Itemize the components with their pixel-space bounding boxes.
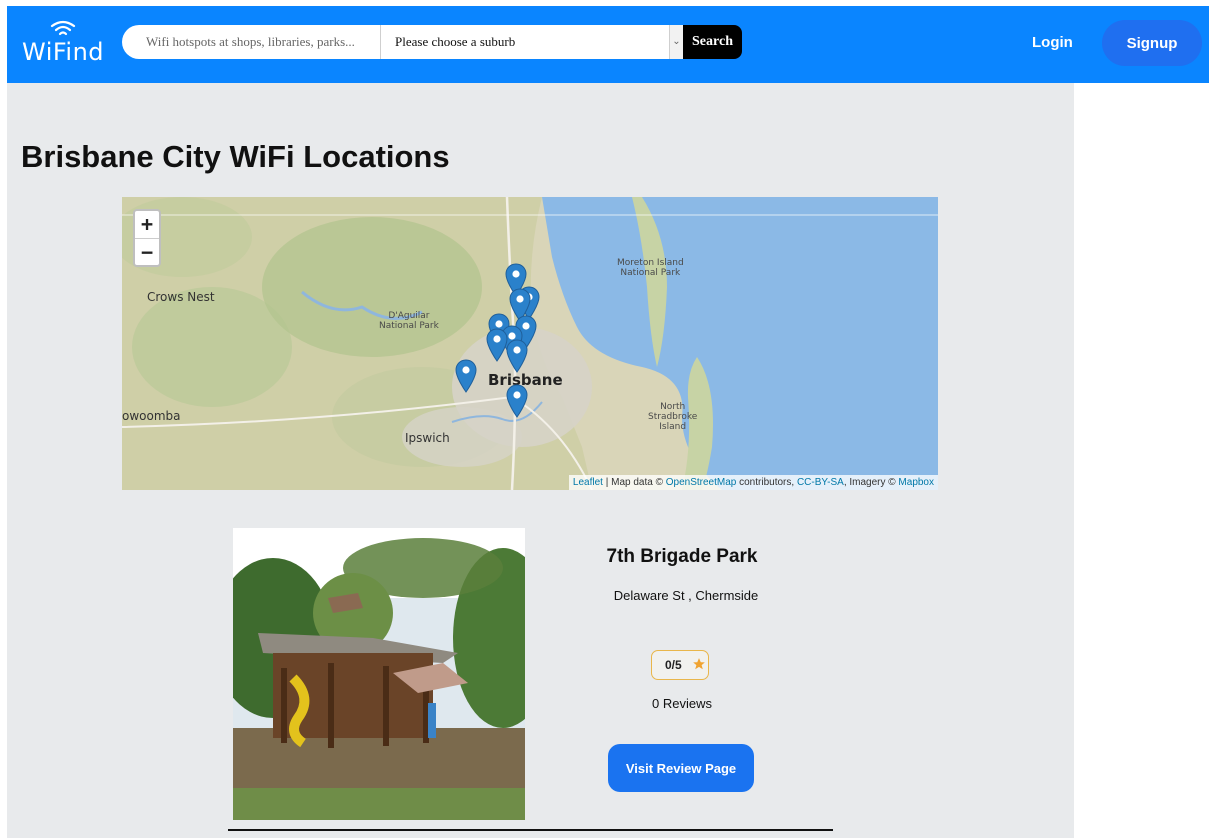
- mapbox-link[interactable]: Mapbox: [898, 477, 934, 488]
- license-link[interactable]: CC-BY-SA: [797, 477, 844, 488]
- star-icon: [693, 658, 705, 670]
- map-attribution: Leaflet | Map data © OpenStreetMap contr…: [568, 475, 938, 490]
- attribution-text: | Map data ©: [605, 477, 663, 488]
- rating-badge: 0/5: [651, 650, 709, 680]
- wifi-map[interactable]: + − Moreton Island National Park Crows Ne…: [122, 197, 938, 490]
- map-marker-icon[interactable]: [486, 328, 508, 362]
- map-label-ipswich: Ipswich: [405, 431, 450, 445]
- map-label-stradbroke: North Stradbroke Island: [648, 402, 698, 432]
- location-name: 7th Brigade Park: [606, 546, 758, 567]
- search-button[interactable]: Search: [683, 25, 742, 59]
- attribution-contributors: contributors,: [739, 477, 795, 488]
- location-address: Delaware St , Chermside: [613, 588, 759, 603]
- zoom-control: + −: [133, 209, 161, 267]
- search-bar: Please choose a suburb ⌄ Search: [122, 25, 742, 59]
- listing-divider: [228, 829, 833, 831]
- top-navbar: WiFind Please choose a suburb ⌄ Search L…: [7, 6, 1209, 83]
- map-label-crows-nest: Crows Nest: [147, 290, 215, 304]
- attribution-imagery: , Imagery ©: [843, 477, 896, 488]
- wifind-logo[interactable]: WiFind: [22, 20, 105, 68]
- logo-text: WiFind: [22, 38, 105, 66]
- map-label-moreton: Moreton Island National Park: [617, 258, 684, 278]
- review-count: 0 Reviews: [652, 696, 712, 711]
- visit-review-page-button[interactable]: Visit Review Page: [608, 744, 754, 792]
- location-photo: [233, 528, 525, 820]
- suburb-select[interactable]: Please choose a suburb ⌄: [380, 25, 683, 59]
- zoom-in-button[interactable]: +: [135, 211, 159, 239]
- wifi-icon: [50, 20, 76, 36]
- suburb-select-value: Please choose a suburb: [395, 34, 516, 49]
- rating-value: 0/5: [665, 658, 682, 672]
- signup-button[interactable]: Signup: [1102, 20, 1202, 66]
- map-marker-icon[interactable]: [455, 359, 477, 393]
- leaflet-link[interactable]: Leaflet: [573, 477, 603, 488]
- login-link[interactable]: Login: [1032, 34, 1073, 51]
- map-marker-icon[interactable]: [506, 339, 528, 373]
- openstreetmap-link[interactable]: OpenStreetMap: [666, 477, 737, 488]
- zoom-out-button[interactable]: −: [135, 239, 159, 266]
- main-content: Brisbane City WiFi Locations + − Moreton…: [7, 83, 1074, 838]
- search-input[interactable]: [122, 25, 380, 59]
- map-marker-icon[interactable]: [506, 384, 528, 418]
- page-title: Brisbane City WiFi Locations: [21, 139, 450, 174]
- map-label-toowoomba: owoomba: [122, 409, 181, 423]
- map-label-daguilar: D'Aguilar National Park: [379, 311, 439, 331]
- chevron-down-icon[interactable]: ⌄: [669, 25, 683, 59]
